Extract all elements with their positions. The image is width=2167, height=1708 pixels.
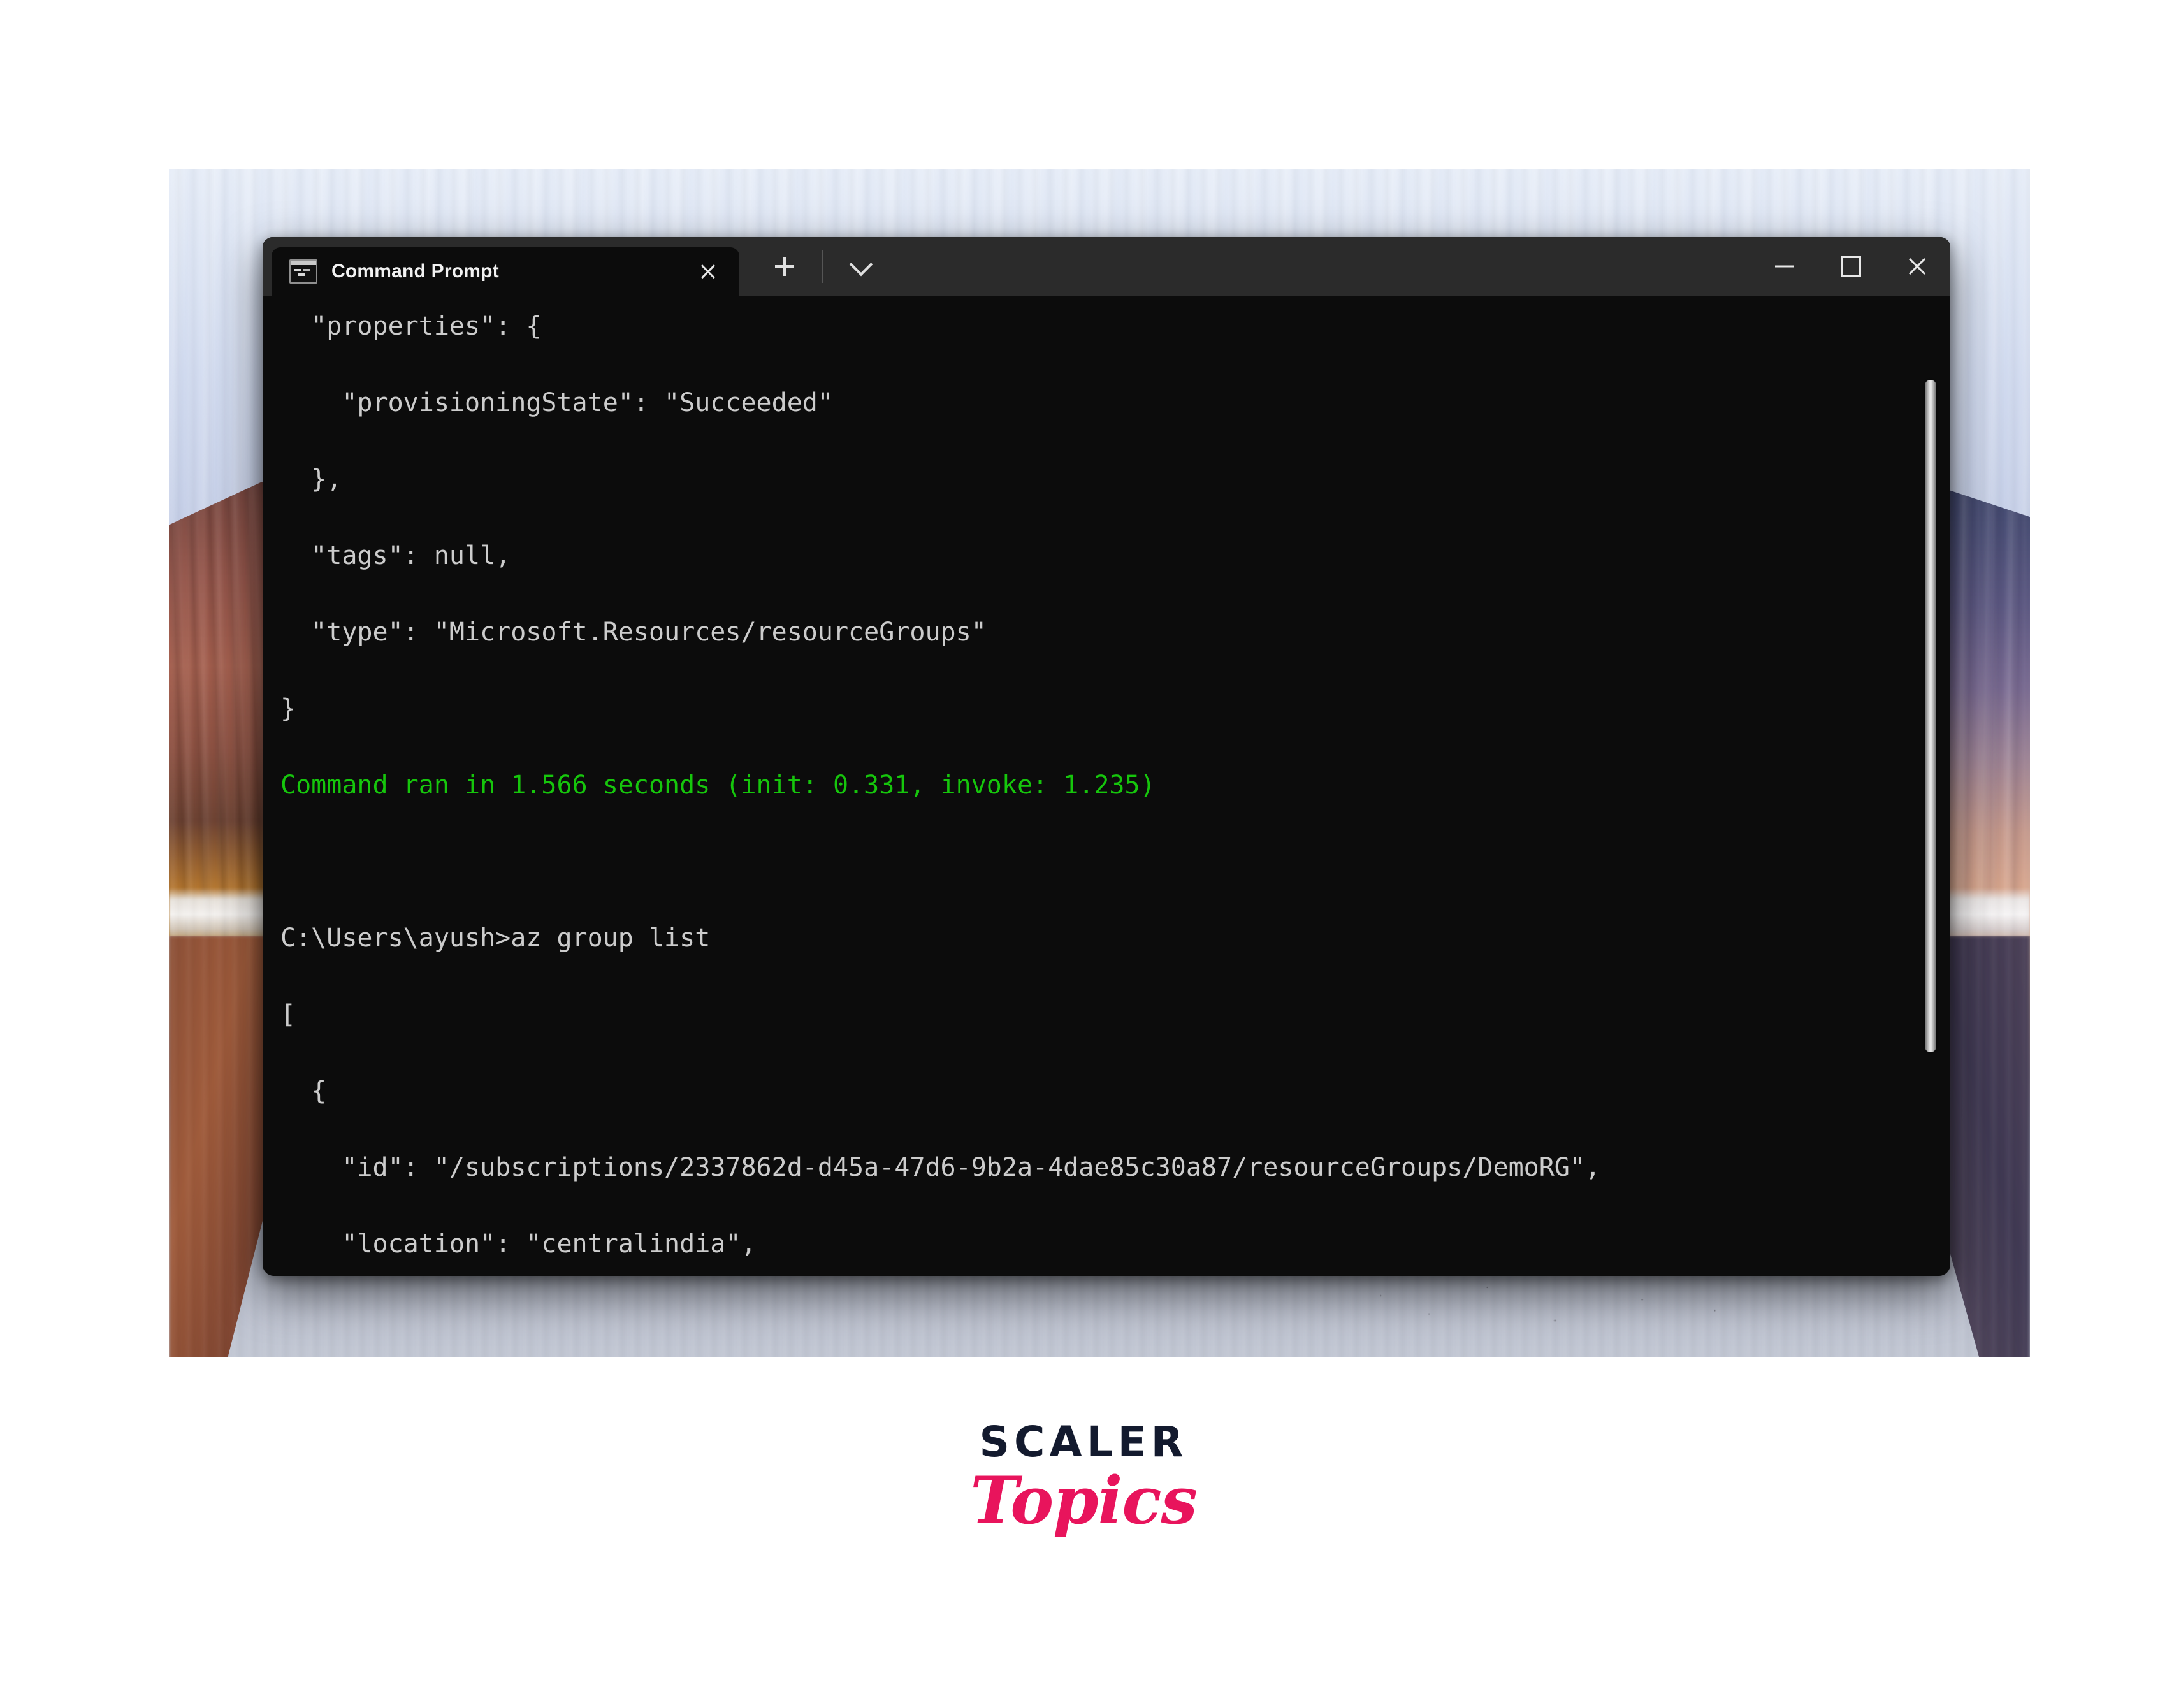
brand-name: SCALER — [979, 1417, 1188, 1466]
maximize-icon[interactable] — [1818, 237, 1884, 296]
console-output[interactable]: "properties": { "provisioningState": "Su… — [263, 307, 1950, 1276]
minimize-icon[interactable] — [1751, 237, 1818, 296]
close-icon[interactable] — [1884, 237, 1950, 296]
divider — [822, 250, 823, 283]
tab-actions — [739, 237, 885, 296]
console-line: [ — [280, 1000, 296, 1029]
brand-logo: SCALER Topics — [0, 1417, 2167, 1539]
console-line: { — [280, 1076, 327, 1106]
console-line: "properties": { — [280, 312, 542, 341]
close-icon[interactable] — [693, 257, 723, 286]
console-scrollbar[interactable] — [1925, 380, 1936, 1052]
console-line: "type": "Microsoft.Resources/resourceGro… — [280, 618, 987, 647]
tab-strip: Command Prompt — [263, 237, 739, 296]
tab-title: Command Prompt — [331, 261, 499, 282]
console-line: C:\Users\ayush>az group list — [280, 923, 711, 953]
chevron-down-icon[interactable] — [837, 243, 885, 290]
window-controls — [1751, 237, 1950, 296]
console-line: "id": "/subscriptions/2337862d-d45a-47d6… — [280, 1153, 1601, 1182]
console-line: "provisioningState": "Succeeded" — [280, 388, 833, 417]
console-line: "tags": null, — [280, 541, 511, 570]
plus-icon[interactable] — [761, 243, 808, 290]
console-line: }, — [280, 465, 342, 494]
brand-subtitle: Topics — [970, 1463, 1198, 1539]
console-body[interactable]: "properties": { "provisioningState": "Su… — [263, 296, 1950, 1276]
console-line: Command ran in 1.566 seconds (init: 0.33… — [280, 771, 1156, 800]
terminal-icon — [289, 259, 317, 284]
console-line: } — [280, 694, 296, 723]
console-line: "location": "centralindia", — [280, 1229, 757, 1259]
terminal-window: Command Prompt "properties": { "provisio… — [263, 237, 1950, 1276]
tab-command-prompt[interactable]: Command Prompt — [272, 247, 739, 296]
window-titlebar[interactable]: Command Prompt — [263, 237, 1950, 296]
